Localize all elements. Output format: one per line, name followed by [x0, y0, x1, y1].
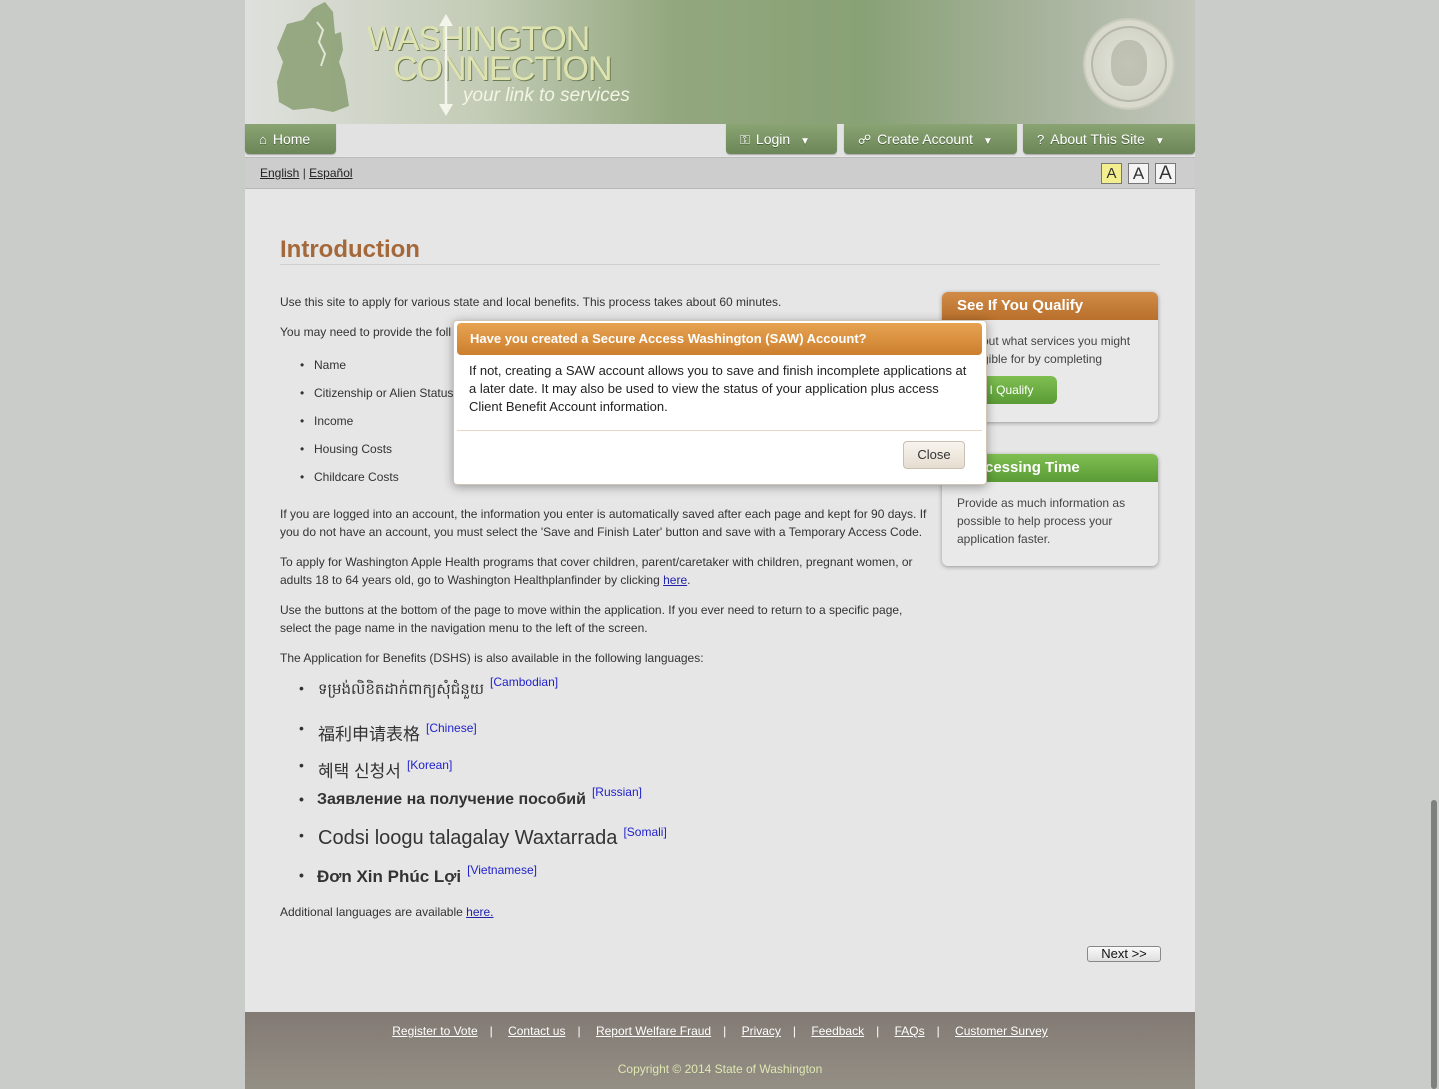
additional-languages-text: Additional languages are available	[280, 905, 467, 919]
spanish-link[interactable]: Español	[309, 166, 352, 180]
feedback-link[interactable]: Feedback	[811, 1024, 864, 1038]
chevron-down-icon: ▼	[800, 136, 811, 147]
intro-paragraph: Use this site to apply for various state…	[280, 295, 782, 309]
language-native-name: Заявление на получение пособий	[317, 791, 586, 808]
nav-home-label: Home	[272, 131, 311, 147]
page-title: Introduction	[280, 236, 420, 263]
qualify-panel-title: See If You Qualify	[942, 292, 1158, 320]
copyright-text: Copyright © 2014 State of Washington	[617, 1062, 823, 1076]
privacy-link[interactable]: Privacy	[742, 1024, 781, 1038]
nav-login-label: Login	[755, 131, 791, 147]
register-to-vote-link[interactable]: Register to Vote	[392, 1024, 477, 1038]
house-icon: ⌂	[259, 132, 267, 147]
site-footer: Register to Vote | Contact us | Report Wel…	[245, 1012, 1195, 1089]
nav-home-tab[interactable]: ⌂ Home	[245, 124, 336, 154]
footer-links: Register to Vote | Contact us | Report Wel…	[392, 1024, 1048, 1038]
nav-create-account-label: Create Account	[877, 131, 973, 147]
language-native-name: ទម្រង់លិខិតដាក់ពាក្យសុំជំនួយ	[318, 681, 485, 698]
logo-arrow-icon	[439, 14, 453, 116]
apple-health-text: To apply for Washington Apple Health pro…	[280, 555, 913, 587]
vietnamese-link[interactable]: [Vietnamese]	[467, 863, 537, 877]
english-link[interactable]: English	[260, 166, 299, 180]
contact-us-link[interactable]: Contact us	[508, 1024, 565, 1038]
language-native-name: 혜택 신청서	[318, 762, 401, 781]
somali-link[interactable]: [Somali]	[623, 825, 666, 839]
dialog-title: Have you created a Secure Access Washing…	[470, 331, 867, 346]
buttons-note-paragraph: Use the buttons at the bottom of the pag…	[280, 603, 903, 635]
language-links: English | Español	[260, 166, 353, 180]
scrollbar-thumb[interactable]	[1431, 800, 1437, 1089]
dialog-divider	[457, 430, 982, 431]
font-size-small-button[interactable]: A	[1101, 163, 1122, 184]
language-separator: |	[302, 166, 306, 180]
additional-languages-paragraph: Additional languages are available here.	[280, 903, 935, 921]
washington-state-map-icon	[277, 2, 349, 112]
languages-intro: The Application for Benefits (DSHS) is a…	[280, 651, 704, 665]
chinese-link[interactable]: [Chinese]	[426, 721, 477, 735]
list-item: Childcare Costs	[300, 470, 399, 484]
customer-survey-link[interactable]: Customer Survey	[955, 1024, 1048, 1038]
apple-health-end: .	[687, 573, 691, 587]
heading-divider	[280, 264, 1160, 265]
healthplanfinder-link[interactable]: here	[663, 573, 687, 587]
language-bar: English | Español A A A	[245, 157, 1195, 189]
list-item: Name	[300, 358, 346, 372]
cambodian-link[interactable]: [Cambodian]	[490, 675, 558, 689]
processing-panel-text: Provide as much information as possible …	[957, 496, 1126, 546]
state-seal-icon	[1083, 18, 1175, 110]
language-native-name: Đơn Xin Phúc Lợi	[317, 867, 462, 886]
next-button[interactable]: Next >>	[1087, 946, 1161, 962]
font-size-medium-button[interactable]: A	[1128, 163, 1149, 184]
site-header: WASHINGTON CONNECTION your link to servi…	[245, 0, 1195, 124]
faqs-link[interactable]: FAQs	[895, 1024, 925, 1038]
logo-line-2: CONNECTION	[393, 50, 613, 88]
account-note-paragraph: If you are logged into an account, the i…	[280, 507, 927, 539]
nav-create-account-tab[interactable]: ☍ Create Account ▼	[844, 124, 1017, 154]
key-icon: ⚿	[740, 132, 750, 147]
lock-icon: ☍	[858, 132, 872, 147]
language-native-name: 福利申请表格	[318, 725, 420, 744]
additional-languages-link[interactable]: here.	[466, 905, 493, 919]
report-welfare-fraud-link[interactable]: Report Welfare Fraud	[596, 1024, 711, 1038]
russian-link[interactable]: [Russian]	[592, 785, 642, 799]
nav-about-tab[interactable]: ? About This Site ▼	[1023, 124, 1195, 154]
font-size-large-button[interactable]: A	[1155, 163, 1176, 184]
main-nav: ⌂ Home ⚿ Login ▼ ☍ Create Account ▼ ? About Th…	[245, 124, 1195, 156]
page-scrollbar[interactable]	[1428, 0, 1439, 1089]
saw-account-dialog: Have you created a Secure Access Washing…	[453, 320, 987, 485]
chevron-down-icon: ▼	[1154, 136, 1165, 147]
logo-tagline: your link to services	[463, 85, 630, 106]
question-icon: ?	[1037, 132, 1045, 147]
list-item: Housing Costs	[300, 442, 392, 456]
apple-health-paragraph: To apply for Washington Apple Health pro…	[280, 553, 935, 589]
list-item: Citizenship or Alien Status	[300, 386, 453, 400]
close-button[interactable]: Close	[903, 441, 965, 469]
page-container: WASHINGTON CONNECTION your link to servi…	[245, 0, 1195, 1089]
chevron-down-icon: ▼	[982, 136, 993, 147]
dialog-body: If not, creating a SAW account allows yo…	[469, 363, 967, 414]
korean-link[interactable]: [Korean]	[407, 758, 452, 772]
language-native-name: Codsi loogu talagalay Waxtarrada	[318, 827, 618, 849]
nav-about-label: About This Site	[1050, 131, 1145, 147]
nav-login-tab[interactable]: ⚿ Login ▼	[726, 124, 837, 154]
dialog-title-bar: Have you created a Secure Access Washing…	[457, 323, 982, 355]
list-item: Income	[300, 414, 353, 428]
